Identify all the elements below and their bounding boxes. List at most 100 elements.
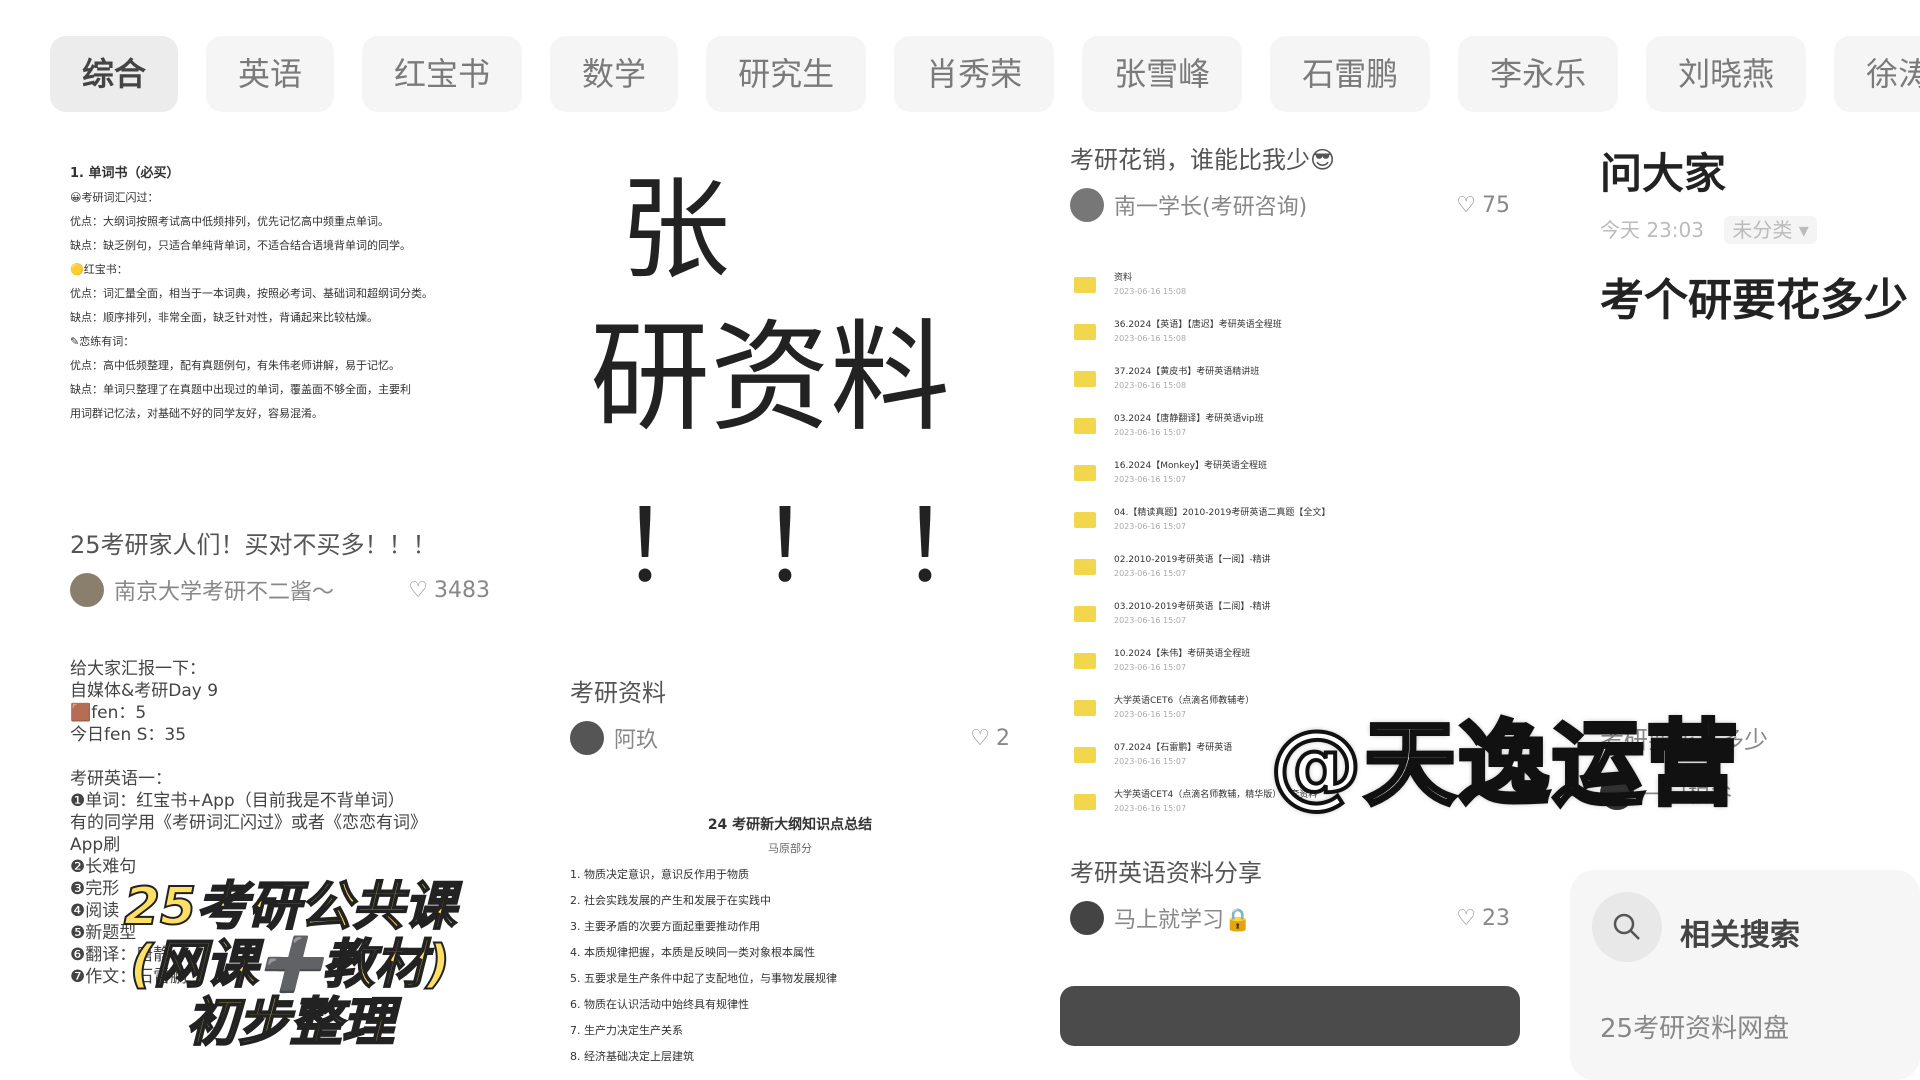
folder-label: 36.2024【英语】【唐迟】考研英语全程班 2023-06-16 15:08 xyxy=(1114,318,1282,346)
doc-line: 🟡红宝书： xyxy=(70,263,128,276)
tab-6[interactable]: 张雪峰 xyxy=(1082,36,1243,112)
folder-icon xyxy=(1074,558,1096,575)
note-title[interactable]: 25考研家人们！买对不买多！！！ xyxy=(70,525,490,560)
question-heading: 问大家 xyxy=(1600,149,1727,198)
author-name: 南京大学考研不二酱～ xyxy=(114,580,335,605)
category-tabs: 综合英语红宝书数学研究生肖秀荣张雪峰石雷鹏李永乐刘晓燕徐涛肖 xyxy=(50,36,1920,112)
note-text-line: ❷长难句 xyxy=(70,857,137,877)
folder-name: 16.2024【Monkey】考研英语全程班 xyxy=(1114,460,1267,471)
avatar xyxy=(70,573,104,607)
heart-icon: ♡ xyxy=(1456,905,1476,931)
folder-date: 2023-06-16 15:07 xyxy=(1114,615,1187,625)
related-search-item[interactable]: 25考研资料网盘 xyxy=(1600,1008,1789,1045)
folder-icon xyxy=(1074,652,1096,669)
category-dropdown[interactable]: 未分类 ▾ xyxy=(1724,216,1817,244)
folder-row: 37.2024【黄皮书】考研英语精讲班 2023-06-16 15:08 xyxy=(1074,355,1506,402)
folder-label: 资料 2023-06-16 15:08 xyxy=(1114,271,1186,299)
caret-down-icon: ▾ xyxy=(1798,218,1809,242)
note-text-line: 今日fen S：35 xyxy=(70,725,187,745)
category-label: 未分类 xyxy=(1732,218,1793,242)
folder-label: 16.2024【Monkey】考研英语全程班 2023-06-16 15:07 xyxy=(1114,459,1267,487)
note-footer: 阿玖 ♡ 2 xyxy=(570,718,1010,758)
like-count: 23 xyxy=(1482,905,1510,931)
tab-7[interactable]: 石雷鹏 xyxy=(1270,36,1431,112)
author[interactable]: 马上就学习🔒 xyxy=(1070,901,1251,935)
avatar xyxy=(1070,901,1104,935)
folder-name: 10.2024【朱伟】考研英语全程班 xyxy=(1114,648,1251,659)
folder-row: 10.2024【朱伟】考研英语全程班 2023-06-16 15:07 xyxy=(1074,637,1506,684)
note-text-line: 给大家汇报一下： xyxy=(70,659,206,679)
note-footer: 南京大学考研不二酱～ ♡ 3483 xyxy=(70,570,490,610)
doc-line: 优点：大纲词按照考试高中低频排列，优先记忆高中频重点单词。 xyxy=(70,215,389,228)
folder-icon xyxy=(1074,605,1096,622)
tab-5[interactable]: 肖秀荣 xyxy=(894,36,1055,112)
author-name: 马上就学习🔒 xyxy=(1114,908,1252,933)
doc-line: 缺点：缺乏例句，只适合单纯背单词，不适合结合语境背单词的同学。 xyxy=(70,239,411,252)
doc-line: 缺点：顺序排列，非常全面，缺乏针对性，背诵起来比较枯燥。 xyxy=(70,311,378,324)
folder-label: 04.【精读真题】2010-2019考研英语二真题【全文】 2023-06-16 … xyxy=(1114,506,1330,534)
folder-name: 37.2024【黄皮书】考研英语精讲班 xyxy=(1114,366,1260,377)
note-cover-photo[interactable] xyxy=(1060,986,1520,1046)
handwriting-text-2: 研资料 xyxy=(590,309,950,448)
tab-3[interactable]: 数学 xyxy=(550,36,679,112)
note-footer: 马上就学习🔒 ♡ 23 xyxy=(1070,898,1510,938)
tab-9[interactable]: 刘晓燕 xyxy=(1646,36,1807,112)
like-button[interactable]: ♡ 2 xyxy=(970,726,1010,751)
author[interactable]: 阿玖 xyxy=(570,721,658,755)
folder-date: 2023-06-16 15:07 xyxy=(1114,427,1187,437)
doc-line: ✎恋练有词： xyxy=(70,335,135,348)
folder-name: 04.【精读真题】2010-2019考研英语二真题【全文】 xyxy=(1114,507,1331,518)
folder-icon xyxy=(1074,417,1096,434)
like-count: 3483 xyxy=(434,577,490,603)
doc-line: 优点：词汇量全面，相当于一本词典，按照必考词、基础词和超纲词分类。 xyxy=(70,287,433,300)
handwriting-text-1: 张 xyxy=(620,166,730,294)
outline-item: 4. 本质规律把握，本质是反映同一类对象根本属性 xyxy=(570,946,815,959)
folder-name: 07.2024【石雷鹏】考研英语 xyxy=(1114,742,1233,753)
like-button[interactable]: ♡ 75 xyxy=(1456,193,1510,218)
folder-icon xyxy=(1074,370,1096,387)
folder-date: 2023-06-16 15:07 xyxy=(1114,521,1187,531)
folder-row: 04.【精读真题】2010-2019考研英语二真题【全文】 2023-06-16 … xyxy=(1074,496,1506,543)
folder-label: 02.2010-2019考研英语【一阅】-精讲 2023-06-16 15:07 xyxy=(1114,553,1271,581)
note-text-line: 🟫fen：5 xyxy=(70,703,147,723)
folder-name: 大学英语CET6（点滴名师教辅考） xyxy=(1114,695,1255,706)
folder-row: 03.2024【唐静翻译】考研英语vip班 2023-06-16 15:07 xyxy=(1074,402,1506,449)
note-title[interactable]: 考研英语资料分享 xyxy=(1070,853,1510,888)
note-title[interactable]: 考研资料 xyxy=(570,673,1010,708)
folder-date: 2023-06-16 15:08 xyxy=(1114,380,1187,390)
heart-icon: ♡ xyxy=(970,725,990,751)
folder-name: 03.2010-2019考研英语【二阅】-精讲 xyxy=(1114,601,1271,612)
tab-2[interactable]: 红宝书 xyxy=(362,36,523,112)
note-title[interactable]: 考研花销，谁能比我少😎 xyxy=(1070,140,1510,175)
folder-icon xyxy=(1074,276,1096,293)
related-search-panel: 相关搜索 25考研资料网盘 xyxy=(1570,870,1920,1080)
folder-icon xyxy=(1074,699,1096,716)
folder-name: 36.2024【英语】【唐迟】考研英语全程班 xyxy=(1114,319,1282,330)
like-button[interactable]: ♡ 23 xyxy=(1456,906,1510,931)
tab-4[interactable]: 研究生 xyxy=(706,36,867,112)
author[interactable]: 南一学长(考研咨询) xyxy=(1070,188,1307,222)
tab-8[interactable]: 李永乐 xyxy=(1458,36,1619,112)
like-count: 75 xyxy=(1482,192,1510,218)
tab-10[interactable]: 徐涛 xyxy=(1834,36,1920,112)
folder-date: 2023-06-16 15:07 xyxy=(1114,756,1187,766)
like-button[interactable]: ♡ 3483 xyxy=(408,578,490,603)
note-text-line: 有的同学用《考研词汇闪过》或者《恋恋有词》 xyxy=(70,813,427,833)
outline-item: 1. 物质决定意识，意识反作用于物质 xyxy=(570,868,749,881)
author[interactable]: 南京大学考研不二酱～ xyxy=(70,573,334,607)
note-cover-wordbooks[interactable]: 1. 单词书（必买） 😀考研词汇闪过： 优点：大纲词按照考试高中低频排列，优先记忆… xyxy=(60,140,500,507)
tab-1[interactable]: 英语 xyxy=(206,36,335,112)
outline-item: 5. 五要求是生产条件中起了支配地位，与事物发展规律 xyxy=(570,972,837,985)
folder-date: 2023-06-16 15:07 xyxy=(1114,709,1187,719)
note-cover-outline[interactable]: 24 考研新大纲知识点总结 马原部分 1. 物质决定意识，意识反作用于物质 2. … xyxy=(560,814,1020,1080)
folder-label: 10.2024【朱伟】考研英语全程班 2023-06-16 15:07 xyxy=(1114,647,1250,675)
note-cover-handwriting[interactable]: 张 研资料 ！！！！ xyxy=(560,140,1020,655)
outline-item: 8. 经济基础决定上层建筑 xyxy=(570,1050,694,1063)
question-text: 考个研要花多少 xyxy=(1600,275,1908,326)
search-icon xyxy=(1592,892,1662,962)
folder-row: 03.2010-2019考研英语【二阅】-精讲 2023-06-16 15:07 xyxy=(1074,590,1506,637)
folder-label: 07.2024【石雷鹏】考研英语 2023-06-16 15:07 xyxy=(1114,741,1232,769)
like-count: 2 xyxy=(996,725,1010,751)
tab-0[interactable]: 综合 xyxy=(50,36,179,112)
feed-column-3: 考研花销，谁能比我少😎 南一学长(考研咨询) ♡ 75 资料 2023-06-16 … xyxy=(1060,140,1520,1080)
